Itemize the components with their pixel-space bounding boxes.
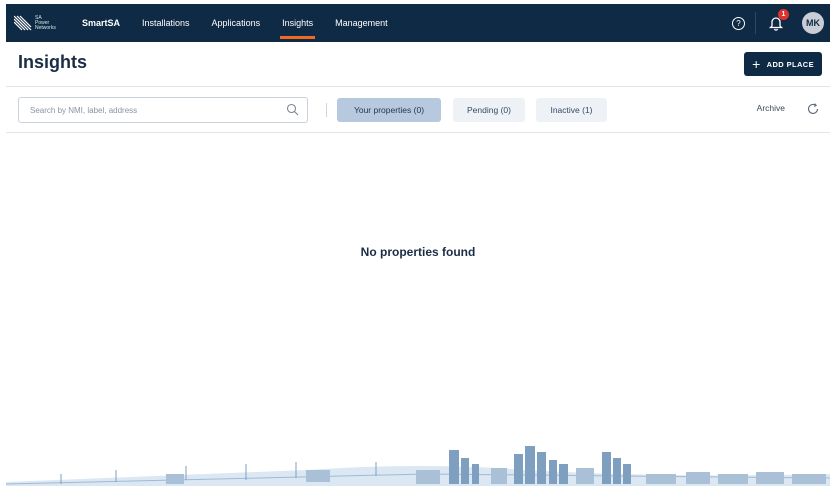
company-logo[interactable]: SA Power Networks [14,8,74,38]
search-icon[interactable] [286,103,299,116]
tab-inactive[interactable]: Inactive (1) [536,98,607,122]
plus-icon: + [752,56,761,72]
nav-item-applications[interactable]: Applications [212,4,261,42]
logo-line-3: Networks [35,24,56,31]
nav-right-group: ? 1 MK [732,4,830,42]
notification-badge: 1 [778,9,789,20]
brand-name[interactable]: SmartSA [82,18,120,28]
empty-state-message: No properties found [360,245,476,259]
archive-link[interactable]: Archive [757,103,785,113]
nav-item-installations[interactable]: Installations [142,4,190,42]
notifications-button[interactable]: 1 [768,9,789,31]
nav-item-management[interactable]: Management [335,4,388,42]
tab-your-properties[interactable]: Your properties (0) [337,98,441,122]
user-avatar[interactable]: MK [802,12,824,34]
add-place-label: ADD PLACE [766,59,814,69]
page-header: Insights + ADD PLACE [6,42,830,87]
page-title: Insights [18,52,88,72]
top-navigation-bar: SA Power Networks SmartSA Installations … [6,4,830,42]
help-circle-icon[interactable]: ? [732,16,745,30]
search-input[interactable] [28,104,272,116]
nav-divider [755,12,756,34]
nav-item-insights[interactable]: Insights [280,4,316,42]
search-box [18,97,308,123]
refresh-icon[interactable] [806,102,820,116]
logo-mark-icon [14,15,32,31]
skyline-illustration [6,446,830,486]
logo-text: SA Power Networks [35,15,56,31]
tab-pending[interactable]: Pending (0) [453,98,525,122]
toolbar-divider [326,103,327,117]
add-place-button[interactable]: + ADD PLACE [744,52,822,76]
filter-toolbar: Your properties (0) Pending (0) Inactive… [6,86,830,133]
app-frame: SA Power Networks SmartSA Installations … [6,0,830,486]
